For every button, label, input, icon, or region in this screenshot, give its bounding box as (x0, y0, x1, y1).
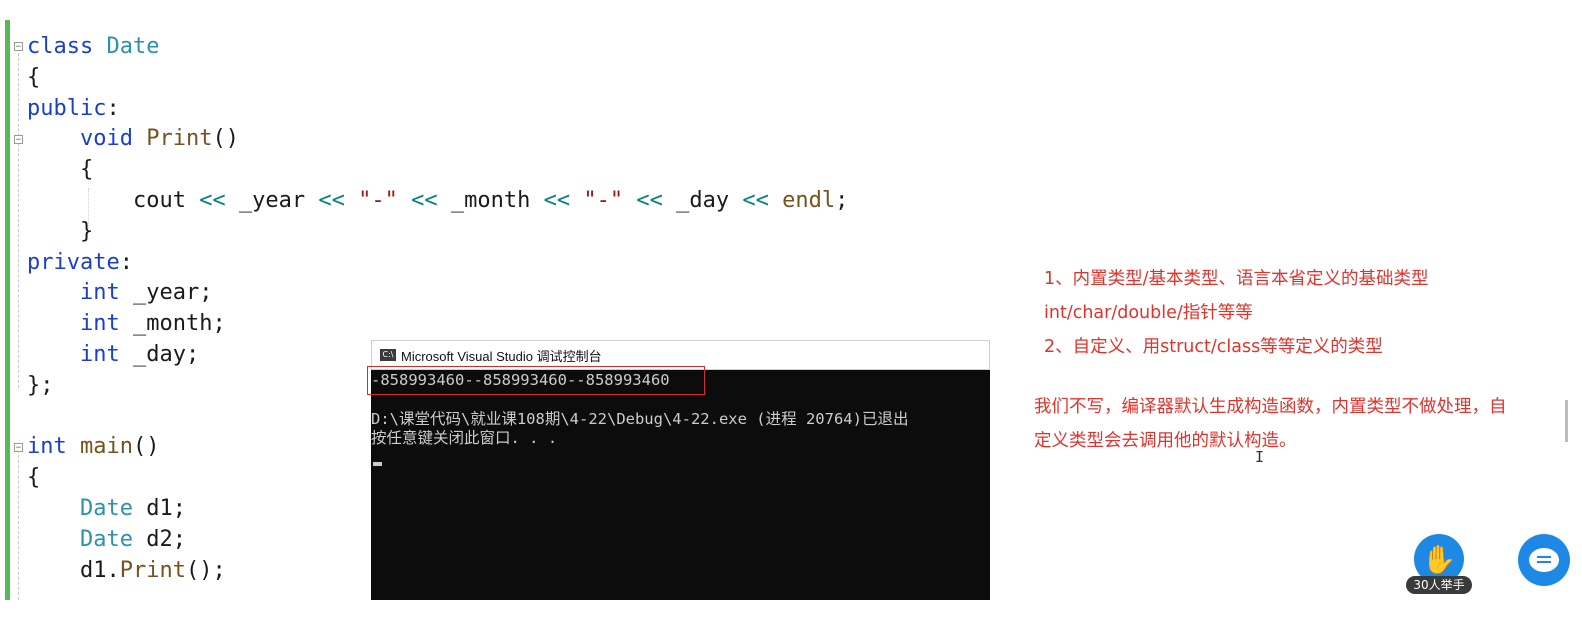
code-token: << (318, 187, 345, 213)
code-line: }; (27, 373, 54, 398)
code-token: () (132, 434, 160, 460)
code-token: d2; (132, 526, 186, 552)
code-line: int _day; (27, 342, 199, 367)
code-token: void (79, 126, 133, 152)
code-line: { (27, 465, 40, 490)
code-token: "-" (358, 187, 398, 213)
code-token: private (27, 249, 120, 275)
code-token: << (543, 187, 571, 213)
code-token: main (80, 434, 133, 460)
code-token: int (27, 434, 67, 460)
note-line-1: 1、内置类型/基本类型、语言本省定义的基础类型 (1044, 269, 1429, 289)
code-line: { (27, 157, 93, 182)
code-token: ; (835, 187, 849, 213)
code-token: : (119, 249, 133, 275)
code-line: int main() (27, 434, 159, 459)
code-token: () (212, 126, 239, 152)
code-line: Date d2; (27, 527, 186, 552)
console-title: Microsoft Visual Studio 调试控制台 (401, 348, 602, 364)
code-token: "-" (583, 187, 624, 213)
code-line: public: (27, 96, 120, 121)
code-token: { (27, 465, 41, 491)
code-token: public (27, 95, 107, 121)
code-token: (); (185, 557, 226, 583)
console-output[interactable]: -858993460--858993460--858993460 D:\课堂代码… (371, 370, 990, 600)
scrollbar[interactable] (1565, 400, 1568, 442)
code-token: << (199, 187, 226, 213)
code-token: Print (119, 557, 186, 583)
code-token: << (742, 187, 769, 213)
code-token: : (106, 95, 120, 121)
outline-guide (18, 450, 20, 600)
console-cursor (373, 462, 382, 466)
code-token: }; (27, 372, 54, 398)
code-token: Date (79, 526, 133, 552)
code-token: _day; (119, 341, 200, 367)
code-token: cout (27, 187, 200, 213)
console-close-prompt: 按任意键关闭此窗口. . . (371, 429, 558, 447)
code-line: void Print() (27, 126, 239, 151)
code-token: _month; (119, 311, 226, 337)
collapse-icon[interactable]: − (14, 135, 23, 145)
note-line-4: 我们不写，编译器默认生成构造函数，内置类型不做处理，自 (1034, 397, 1507, 417)
code-token: Print (146, 126, 213, 152)
text-cursor-icon: I (1255, 448, 1265, 466)
code-token: << (411, 187, 438, 213)
code-line: int _year; (27, 280, 212, 305)
code-token: d1. (27, 557, 120, 583)
code-token: endl (782, 187, 836, 213)
outline-guide (18, 48, 20, 388)
note-line-3: 2、自定义、用struct/class等等定义的类型 (1044, 337, 1383, 357)
code-token: _year (225, 187, 319, 213)
code-token: int (79, 311, 120, 337)
code-token: _month (437, 187, 544, 213)
code-token: class (27, 34, 94, 59)
code-line: { (27, 65, 40, 90)
code-line: int _month; (27, 311, 226, 336)
code-token: { (27, 157, 94, 183)
collapse-icon[interactable]: − (14, 42, 23, 52)
code-line: private: (27, 250, 133, 275)
code-token: d1; (132, 495, 186, 521)
chat-icon[interactable] (1518, 534, 1570, 586)
console-exit-line: D:\课堂代码\就业课108期\4-22\Debug\4-22.exe (进程 … (371, 410, 909, 428)
console-app-icon: C:\ (380, 349, 396, 361)
output-highlight-box (367, 366, 705, 395)
code-line: Date d1; (27, 496, 186, 521)
change-indicator-bar (5, 20, 10, 600)
code-token: int (79, 280, 120, 306)
raise-hand-count: 30人举手 (1406, 576, 1472, 594)
code-line: cout << _year << "-" << _month << "-" <<… (27, 188, 848, 213)
code-line: d1.Print(); (27, 558, 226, 583)
code-token: _year; (119, 280, 213, 306)
code-token: _day (662, 187, 743, 213)
note-line-2: int/char/double/指针等等 (1044, 303, 1253, 323)
code-token: Date (106, 34, 160, 59)
collapse-icon[interactable]: − (14, 443, 23, 453)
code-token: Date (79, 495, 133, 521)
code-token: << (636, 187, 663, 213)
code-line: } (27, 219, 93, 244)
code-line: class Date (27, 34, 159, 59)
code-token: int (79, 341, 120, 367)
annotation-notes: 1、内置类型/基本类型、语言本省定义的基础类型 int/char/double/… (1034, 0, 1582, 621)
code-token: { (27, 64, 41, 90)
code-token: } (27, 218, 94, 244)
